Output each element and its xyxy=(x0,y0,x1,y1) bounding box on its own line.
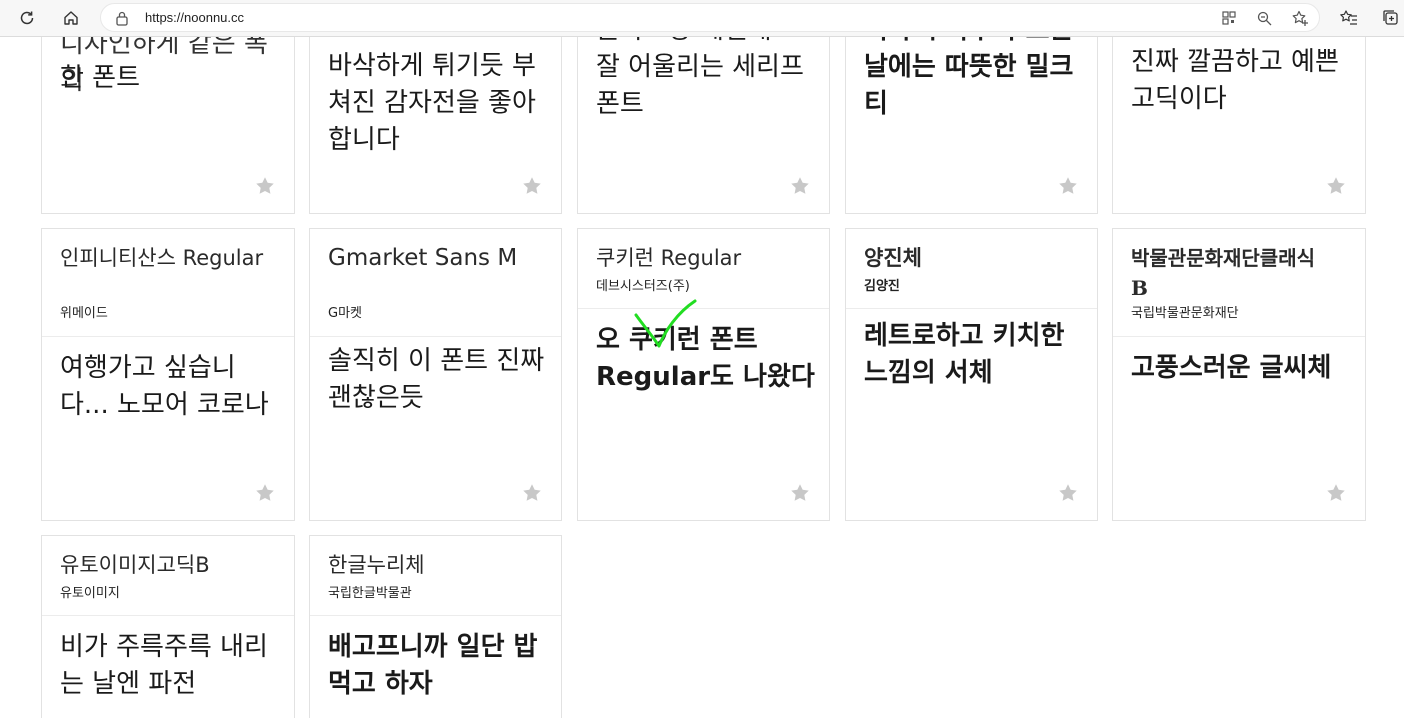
font-sample: 잘 어울리는 세리프 폰트 xyxy=(596,52,804,119)
font-sample: 날에는 따뜻한 밀크티 xyxy=(864,52,1074,119)
font-maker[interactable]: 국립한글박물관 xyxy=(328,582,412,601)
font-card[interactable]: 비가 주룩주룩 오는 날에는 따뜻한 밀크티 xyxy=(845,37,1098,214)
font-name[interactable]: 인피니티산스 Regular xyxy=(60,243,270,273)
card-header: 인피니티산스 Regular 위메이드 xyxy=(42,229,294,337)
star-icon[interactable] xyxy=(1325,482,1347,504)
star-icon[interactable] xyxy=(1325,175,1347,197)
font-name[interactable]: Gmarket Sans M xyxy=(328,243,518,273)
font-sample: 한 폰트 xyxy=(60,63,141,93)
star-icon[interactable] xyxy=(254,482,276,504)
font-sample: 비가 주륵주륵 내리는 날엔 파전 xyxy=(60,632,268,699)
font-maker[interactable]: 데브시스터즈(주) xyxy=(596,275,690,294)
star-icon[interactable] xyxy=(1057,482,1079,504)
card-header: 박물관문화재단클래식B 국립박물관문화재단 xyxy=(1113,229,1365,337)
font-name[interactable]: 유토이미지고딕B xyxy=(60,550,210,580)
reload-icon[interactable] xyxy=(14,5,40,31)
font-card[interactable]: 바삭하게 튀기듯 부쳐진 감자전을 좋아합니다 xyxy=(309,37,562,214)
font-sample: 오 쿠키런 폰트 Regular도 나왔다 xyxy=(596,325,815,392)
star-icon[interactable] xyxy=(789,482,811,504)
font-card[interactable]: 진짜 깔끔하고 예쁜 고딕이다 xyxy=(1112,37,1366,214)
font-sample: 배고프니까 일단 밥먹고 하자 xyxy=(328,632,538,699)
font-sample: 고풍스러운 글씨체 xyxy=(1131,353,1332,383)
star-icon[interactable] xyxy=(1057,175,1079,197)
font-name[interactable]: 쿠키런 Regular xyxy=(596,243,741,273)
font-sample: 진짜 깔끔하고 예쁜 고딕이다 xyxy=(1131,47,1339,114)
star-icon[interactable] xyxy=(521,175,543,197)
card-header: 유토이미지고딕B 유토이미지 xyxy=(42,536,294,616)
card-header: Gmarket Sans M G마켓 xyxy=(310,229,561,337)
lock-icon[interactable] xyxy=(115,10,129,30)
font-maker[interactable]: G마켓 xyxy=(328,302,362,321)
star-icon[interactable] xyxy=(254,175,276,197)
card-header: 한글누리체 국립한글박물관 xyxy=(310,536,561,616)
font-card[interactable]: 양진체 김양진 레트로하고 키치한 느낌의 서체 xyxy=(845,228,1098,521)
font-name[interactable]: 양진체 xyxy=(864,243,922,273)
font-sample-clipped: 글자모양 세밀해 xyxy=(596,37,815,49)
browser-toolbar: https://noonnu.cc xyxy=(0,0,1404,37)
font-card[interactable]: Gmarket Sans M G마켓 솔직히 이 폰트 진짜 괜찮은듯 xyxy=(309,228,562,521)
home-icon[interactable] xyxy=(58,5,84,31)
font-card[interactable]: 유토이미지고딕B 유토이미지 비가 주륵주륵 내리는 날엔 파전 xyxy=(41,535,295,718)
font-maker[interactable]: 유토이미지 xyxy=(60,582,120,601)
font-sample: 솔직히 이 폰트 진짜 괜찮은듯 xyxy=(328,346,545,413)
card-header: 쿠키런 Regular 데브시스터즈(주) xyxy=(578,229,829,309)
font-sample: 레트로하고 키치한 느낌의 서체 xyxy=(864,321,1065,388)
font-maker[interactable]: 국립박물관문화재단 xyxy=(1131,302,1239,321)
font-maker[interactable]: 김양진 xyxy=(864,275,900,294)
font-maker[interactable]: 위메이드 xyxy=(60,302,108,321)
font-card-grid: 디자인하게 같은 폭의 한 폰트 바삭하게 튀기듯 부쳐진 감자전을 좋아합니다… xyxy=(0,37,1404,718)
font-card[interactable]: 인피니티산스 Regular 위메이드 여행가고 싶습니다... 노모어 코로나 xyxy=(41,228,295,521)
font-card[interactable]: 글자모양 세밀해 잘 어울리는 세리프 폰트 xyxy=(577,37,830,214)
star-icon[interactable] xyxy=(521,482,543,504)
qr-code-icon[interactable] xyxy=(1220,9,1238,27)
favorites-icon[interactable] xyxy=(1336,5,1362,31)
card-header: 양진체 김양진 xyxy=(846,229,1097,309)
font-card[interactable]: 한글누리체 국립한글박물관 배고프니까 일단 밥먹고 하자 xyxy=(309,535,562,718)
add-favorite-icon[interactable] xyxy=(1291,9,1309,27)
font-card[interactable]: 디자인하게 같은 폭의 한 폰트 xyxy=(41,37,295,214)
url-text[interactable]: https://noonnu.cc xyxy=(145,10,244,25)
star-icon[interactable] xyxy=(789,175,811,197)
font-sample-clipped: 비가 주룩주룩 오는 xyxy=(864,37,1083,49)
collections-icon[interactable] xyxy=(1378,5,1404,31)
font-name[interactable]: 박물관문화재단클래식B xyxy=(1131,243,1331,303)
font-card[interactable]: 박물관문화재단클래식B 국립박물관문화재단 고풍스러운 글씨체 xyxy=(1112,228,1366,521)
zoom-icon[interactable] xyxy=(1255,9,1273,27)
font-sample: 여행가고 싶습니다... 노모어 코로나 xyxy=(60,353,269,420)
address-bar[interactable]: https://noonnu.cc xyxy=(100,3,1320,32)
font-card[interactable]: 쿠키런 Regular 데브시스터즈(주) 오 쿠키런 폰트 Regular도 … xyxy=(577,228,830,521)
font-sample: 바삭하게 튀기듯 부쳐진 감자전을 좋아합니다 xyxy=(328,51,536,155)
font-name[interactable]: 한글누리체 xyxy=(328,550,425,580)
